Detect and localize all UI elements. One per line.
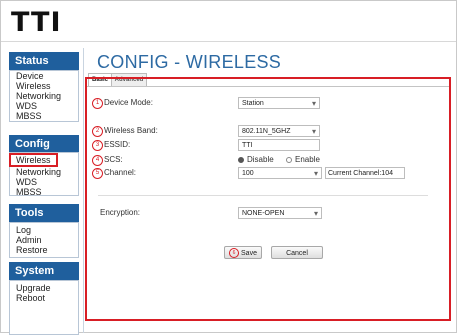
sidebar-item-status-wireless[interactable]: Wireless xyxy=(10,81,78,91)
sidebar-item-tools-log[interactable]: Log xyxy=(10,225,78,235)
sidebar-item-config-wds[interactable]: WDS xyxy=(10,177,78,187)
scs-radio-enable[interactable]: Enable xyxy=(286,155,320,164)
header-bar: TTI xyxy=(1,1,456,42)
sidebar-item-status-networking[interactable]: Networking xyxy=(10,91,78,101)
encryption-select[interactable]: NONE-OPEN xyxy=(238,207,322,220)
scs-enable-label: Enable xyxy=(295,155,320,164)
scs-radio-disable[interactable]: Disable xyxy=(238,155,274,164)
sidebar-config-group: Wireless Networking WDS MBSS xyxy=(9,152,79,197)
sidebar-tools-group: Log Admin Restore xyxy=(9,222,79,258)
sidebar-item-status-mbss[interactable]: MBSS xyxy=(10,111,78,121)
sidebar-item-status-device[interactable]: Device xyxy=(10,71,78,81)
channel-select[interactable]: 100 xyxy=(238,167,322,180)
sidebar-item-system-upgrade[interactable]: Upgrade xyxy=(10,283,78,293)
step-marker: 1 xyxy=(92,98,103,109)
channel-label: Channel: xyxy=(104,168,137,177)
essid-input[interactable]: TTI xyxy=(238,139,320,151)
save-button[interactable]: 6 Save xyxy=(224,246,262,259)
sidebar-section-status: Status xyxy=(9,52,79,70)
radio-unselected-icon xyxy=(286,156,292,163)
sidebar-section-system: System xyxy=(9,262,79,280)
sidebar-item-config-networking[interactable]: Networking xyxy=(10,167,78,177)
row-wireless-band: 2 Wireless Band: 802.11N_5GHZ xyxy=(86,125,450,139)
sidebar-item-config-mbss[interactable]: MBSS xyxy=(10,187,78,197)
row-scs: 4 SCS: Disable Enable xyxy=(86,154,450,168)
row-device-mode: 1 Device Mode: Station xyxy=(86,97,450,111)
sidebar-status-group: Device Wireless Networking WDS MBSS xyxy=(9,70,79,122)
sidebar-system-group: Upgrade Reboot xyxy=(9,280,79,335)
device-mode-label: Device Mode: xyxy=(104,98,153,107)
wireless-band-select[interactable]: 802.11N_5GHZ xyxy=(238,125,320,138)
divider xyxy=(98,195,428,196)
sidebar-item-status-wds[interactable]: WDS xyxy=(10,101,78,111)
main-content: CONFIG - WIRELESS Basic Advanced 1 Devic… xyxy=(83,48,457,333)
current-channel-readout: Current Channel:104 xyxy=(325,167,405,179)
settings-panel: 1 Device Mode: Station 2 Wireless Band: … xyxy=(85,77,451,321)
step-marker: 4 xyxy=(92,155,103,166)
device-mode-select[interactable]: Station xyxy=(238,97,320,110)
sidebar-item-system-reboot[interactable]: Reboot xyxy=(10,293,78,303)
page-title: CONFIG - WIRELESS xyxy=(97,52,282,72)
sidebar-item-config-wireless[interactable]: Wireless xyxy=(9,153,58,167)
scs-label: SCS: xyxy=(104,155,123,164)
cancel-button[interactable]: Cancel xyxy=(271,246,323,259)
encryption-label: Encryption: xyxy=(100,208,141,217)
row-encryption: Encryption: NONE-OPEN xyxy=(86,207,450,221)
highlight-outline xyxy=(85,77,451,321)
wireless-band-label: Wireless Band: xyxy=(104,126,158,135)
essid-label: ESSID: xyxy=(104,140,131,149)
scs-disable-label: Disable xyxy=(247,155,274,164)
step-marker: 5 xyxy=(92,168,103,179)
sidebar: Status Device Wireless Networking WDS MB… xyxy=(9,52,79,335)
radio-selected-icon xyxy=(238,156,244,163)
save-button-label: Save xyxy=(241,250,257,257)
row-actions: 6 Save Cancel xyxy=(86,246,450,260)
sidebar-item-tools-admin[interactable]: Admin xyxy=(10,235,78,245)
brand-logo: TTI xyxy=(11,7,62,38)
step-marker: 2 xyxy=(92,126,103,137)
sidebar-item-tools-restore[interactable]: Restore xyxy=(10,245,78,255)
row-essid: 3 ESSID: TTI xyxy=(86,139,450,153)
sidebar-section-tools: Tools xyxy=(9,204,79,222)
step-marker: 3 xyxy=(92,140,103,151)
row-channel: 5 Channel: 100 Current Channel:104 xyxy=(86,167,450,181)
sidebar-section-config: Config xyxy=(9,135,79,153)
step-marker: 6 xyxy=(229,248,240,259)
